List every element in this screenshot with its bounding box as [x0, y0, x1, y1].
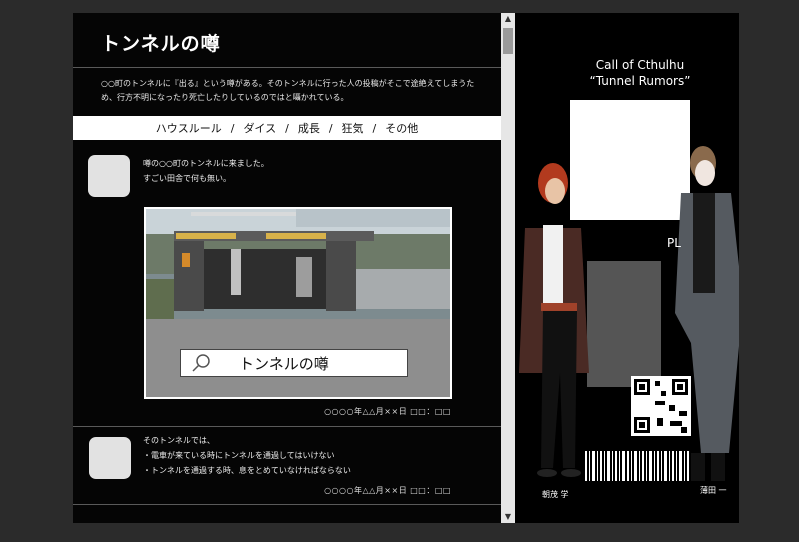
divider: [73, 504, 501, 505]
tab-house-rules[interactable]: ハウスルール: [156, 120, 222, 136]
tab-dice[interactable]: ダイス: [243, 120, 276, 136]
post-body: 噂の○○町のトンネルに来ました。 すごい田舎で何も無い。: [143, 156, 269, 186]
tab-separator: /: [285, 121, 289, 135]
magnifier-icon: [192, 354, 210, 372]
cover-art: [519, 100, 739, 481]
avatar: [89, 437, 131, 479]
tab-madness[interactable]: 狂気: [342, 120, 364, 136]
image-search-label: トンネルの噂: [239, 355, 329, 373]
blog-panel: トンネルの噂 ○○町のトンネルに『出る』という噂がある。そのトンネルに行った人の…: [73, 13, 501, 523]
scroll-up-arrow-icon[interactable]: ▲: [501, 13, 515, 25]
scrollbar[interactable]: ▲ ▼: [501, 13, 515, 523]
post-line: すごい田舎で何も無い。: [143, 174, 231, 183]
intro-text: ○○町のトンネルに『出る』という噂がある。そのトンネルに行った人の投稿がそこで途…: [101, 79, 475, 102]
tab-separator: /: [230, 121, 235, 135]
post-line: 噂の○○町のトンネルに来ました。: [143, 159, 269, 168]
tab-separator: /: [372, 121, 377, 135]
tab-other[interactable]: その他: [385, 120, 418, 136]
cover-panel: Call of Cthulhu “Tunnel Rumors” PL 朝茂 学 …: [515, 13, 739, 523]
divider: [73, 426, 501, 427]
post-image[interactable]: トンネルの噂: [144, 207, 452, 399]
scroll-down-arrow-icon[interactable]: ▼: [501, 511, 515, 523]
character1-name: 朝茂 学: [542, 490, 569, 499]
avatar: [88, 155, 130, 197]
pl-label: PL: [667, 236, 681, 250]
post-timestamp: ○○○○年△△月××日 □□：□□: [324, 486, 451, 495]
character2-name: 薄田 一: [700, 486, 727, 495]
scroll-thumb[interactable]: [503, 28, 513, 54]
tab-growth[interactable]: 成長: [298, 120, 320, 136]
post-line: ・トンネルを通過する時、息をとめていなければならない: [143, 466, 351, 475]
post-line: ・電車が来ている時にトンネルを通過してはいけない: [143, 451, 335, 460]
barcode-icon: [585, 451, 689, 481]
divider: [73, 67, 501, 68]
image-search-bar: トンネルの噂: [180, 349, 408, 377]
post-timestamp: ○○○○年△△月××日 □□：□□: [324, 407, 451, 416]
post-line: そのトンネルでは、: [143, 436, 215, 445]
tab-separator: /: [328, 121, 333, 135]
qr-code-icon: [631, 376, 691, 436]
post-body: そのトンネルでは、 ・電車が来ている時にトンネルを通過してはいけない ・トンネル…: [143, 433, 351, 478]
page-title: トンネルの噂: [101, 33, 221, 55]
tab-bar: ハウスルール / ダイス / 成長 / 狂気 / その他: [73, 116, 501, 140]
